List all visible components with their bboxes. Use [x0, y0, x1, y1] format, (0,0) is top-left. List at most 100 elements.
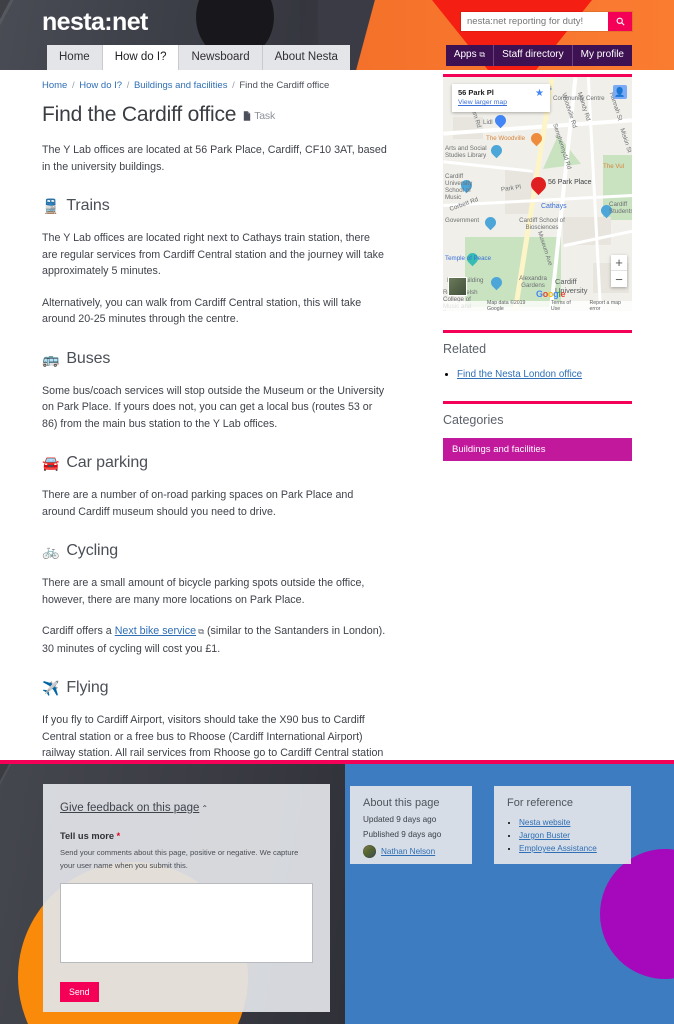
search-bar: [461, 12, 632, 31]
section-heading-label: Buses: [66, 349, 111, 367]
google-logo: Google: [536, 289, 566, 299]
avatar: [363, 845, 376, 858]
map-info-card[interactable]: 56 Park Pl View larger map ★: [452, 84, 550, 112]
nav-tab-how-do-i[interactable]: How do I?: [102, 45, 180, 70]
cycling-text-before: Cardiff offers a: [42, 625, 115, 637]
zoom-out-button[interactable]: −: [611, 271, 627, 287]
map-label: Temple of Peace: [445, 255, 492, 262]
external-link-icon: ⧉: [196, 627, 204, 636]
external-link-icon: ⧉: [479, 50, 486, 59]
about-updated: Updated 9 days ago: [363, 815, 437, 824]
map-label: Government: [445, 217, 480, 224]
map-label: Arts and Social Studies Library: [445, 145, 487, 159]
bus-icon: 🚌: [42, 350, 60, 367]
search-input[interactable]: [461, 12, 608, 31]
breadcrumb: Home / How do I? / Buildings and facilit…: [42, 80, 329, 91]
feedback-field-label: Tell us more *: [60, 831, 313, 841]
utility-apps-button[interactable]: Apps ⧉: [445, 45, 495, 66]
search-icon: [616, 17, 625, 26]
feedback-help-text: Send your comments about this page, posi…: [60, 848, 299, 870]
sidebar: Cathays Community Centre Lidl The Woodvi…: [443, 74, 632, 461]
page-root: nesta:net Home How do I? Newsboard About…: [0, 0, 674, 1024]
buses-paragraph-1: Some bus/coach services will stop outsid…: [42, 384, 385, 430]
author-link[interactable]: Nathan Nelson: [381, 847, 435, 856]
map-label: Cardiff University School of Music: [445, 173, 473, 201]
list-item: Nesta website: [519, 816, 618, 829]
categories-heading: Categories: [443, 413, 504, 427]
section-heading-car-parking: 🚘 Car parking: [42, 454, 387, 472]
person-icon[interactable]: 👤: [613, 85, 627, 99]
send-feedback-button[interactable]: Send: [60, 982, 99, 1002]
view-larger-map-link[interactable]: View larger map: [458, 99, 507, 106]
reference-link-jargon-buster[interactable]: Jargon Buster: [519, 831, 570, 840]
map-terms-link[interactable]: Terms of Use: [551, 300, 581, 311]
map-zoom-controls: + −: [611, 255, 627, 287]
feedback-toggle[interactable]: Give feedback on this page: [60, 802, 199, 814]
cycling-paragraph-1: There are a small amount of bicycle park…: [42, 577, 365, 606]
about-author: Nathan Nelson: [363, 845, 459, 858]
trains-paragraph-2: Alternatively, you can walk from Cardiff…: [42, 296, 362, 326]
utility-apps-label: Apps: [453, 49, 477, 60]
map-marker-label: 56 Park Place: [548, 179, 592, 186]
next-bike-service-link[interactable]: Next bike service: [115, 625, 196, 637]
airplane-icon: ✈️: [42, 680, 60, 696]
star-icon[interactable]: ★: [535, 88, 544, 108]
map-label: Cardiff Students: [609, 201, 632, 215]
site-footer: Give feedback on this page ⌃ Tell us more…: [0, 760, 674, 1024]
reference-heading: For reference: [507, 797, 574, 809]
section-heading-label: Flying: [66, 679, 109, 696]
car-parking-paragraph-1: There are a number of on-road parking sp…: [42, 489, 354, 518]
intro-paragraph: The Y Lab offices are located at 56 Park…: [42, 144, 387, 173]
list-item: Jargon Buster: [519, 829, 618, 842]
about-published: Published 9 days ago: [363, 830, 442, 839]
breadcrumb-item-buildings[interactable]: Buildings and facilities: [134, 80, 227, 91]
related-heading: Related: [443, 342, 487, 356]
search-button[interactable]: [608, 12, 632, 31]
map-label: The Vul: [603, 163, 625, 170]
site-header: nesta:net Home How do I? Newsboard About…: [0, 0, 674, 70]
trains-paragraph-1: The Y Lab offices are located right next…: [42, 232, 384, 277]
bicycle-icon: 🚲: [42, 543, 60, 559]
breadcrumb-item-how-do-i[interactable]: How do I?: [79, 80, 122, 91]
chevron-up-icon[interactable]: ⌃: [201, 804, 208, 813]
cycling-paragraph-2: Cardiff offers a Next bike service ⧉ (si…: [42, 623, 387, 657]
reference-link-employee-assistance[interactable]: Employee Assistance: [519, 844, 597, 853]
utility-staff-directory-button[interactable]: Staff directory: [494, 45, 573, 66]
zoom-in-button[interactable]: +: [611, 255, 627, 271]
site-logo[interactable]: nesta:net: [42, 8, 148, 37]
page-title: Find the Cardiff office Task: [42, 103, 387, 127]
nav-tab-home[interactable]: Home: [47, 45, 103, 70]
map-embed[interactable]: Cathays Community Centre Lidl The Woodvi…: [443, 74, 632, 311]
map-label: Alexandra Gardens: [519, 275, 547, 289]
reference-link-nesta-website[interactable]: Nesta website: [519, 818, 570, 827]
feedback-field-label-text: Tell us more: [60, 831, 115, 841]
about-this-page-card: About this page Updated 9 days ago Publi…: [350, 786, 472, 864]
related-section: Related Find the Nesta London office: [443, 330, 632, 382]
nav-tab-about-nesta[interactable]: About Nesta: [262, 45, 350, 70]
required-marker: *: [116, 831, 121, 841]
map-info-title: 56 Park Pl: [458, 88, 494, 97]
section-heading-label: Cycling: [66, 542, 119, 559]
related-link-london-office[interactable]: Find the Nesta London office: [457, 369, 582, 380]
map-label: Lidl: [483, 119, 493, 126]
section-heading-label: Trains: [66, 197, 110, 214]
map-label: The Woodville: [486, 135, 526, 142]
category-chip-buildings-and-facilities[interactable]: Buildings and facilities: [443, 438, 632, 461]
map-report-link[interactable]: Report a map error: [590, 300, 632, 311]
main-content: Find the Cardiff office Task The Y Lab o…: [42, 103, 387, 826]
breadcrumb-separator: /: [71, 80, 75, 91]
map-attribution-text: Map data ©2019 Google: [487, 300, 526, 311]
section-heading-cycling: 🚲 Cycling: [42, 542, 387, 560]
map-satellite-thumbnail[interactable]: [448, 277, 467, 296]
content-type-label: Task: [254, 110, 276, 122]
train-icon: 🚆: [42, 198, 60, 214]
page-title-text: Find the Cardiff office: [42, 103, 237, 126]
utility-my-profile-button[interactable]: My profile: [572, 45, 632, 66]
section-heading-label: Car parking: [66, 454, 148, 471]
breadcrumb-current: Find the Cardiff office: [239, 80, 330, 91]
feedback-textarea[interactable]: [60, 883, 313, 963]
utility-nav: Apps ⧉ Staff directory My profile: [445, 45, 632, 66]
nav-tab-newsboard[interactable]: Newsboard: [179, 45, 263, 70]
footer-purple-circle: [600, 849, 674, 979]
breadcrumb-item-home[interactable]: Home: [42, 80, 67, 91]
